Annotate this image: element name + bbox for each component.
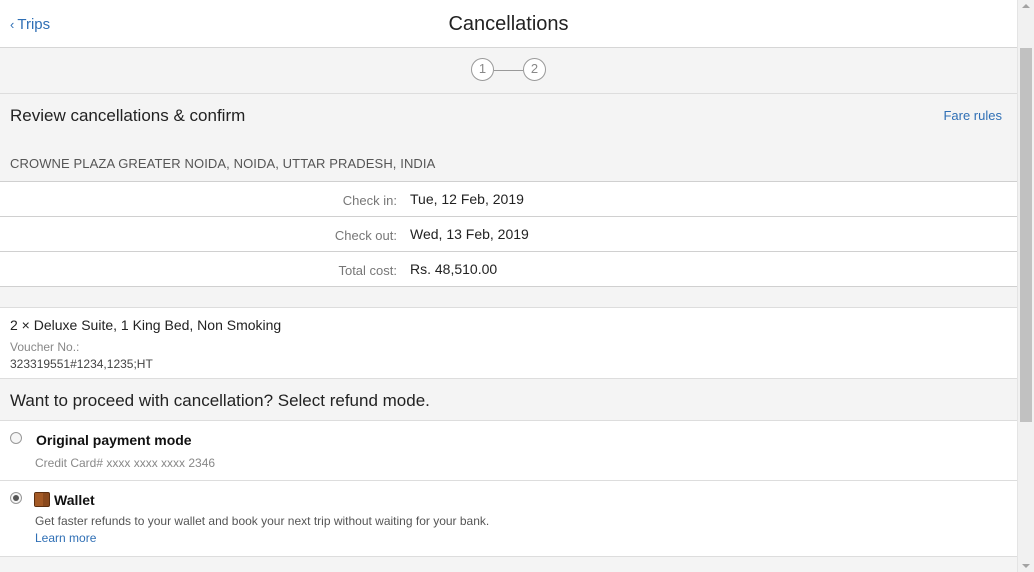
page-title: Cancellations — [448, 13, 569, 35]
check-in-label: Check in: — [342, 193, 397, 208]
step-2-indicator: 2 — [523, 58, 546, 81]
voucher-value: 323319551#1234,1235;HT — [10, 357, 153, 371]
review-title: Review cancellations & confirm — [10, 106, 246, 125]
room-title: 2 × Deluxe Suite, 1 King Bed, Non Smokin… — [10, 317, 282, 333]
progress-stepper: 1 2 — [0, 48, 1017, 94]
check-out-row: Check out: Wed, 13 Feb, 2019 — [0, 217, 1017, 252]
top-bar: ‹ Trips Cancellations — [0, 0, 1017, 48]
check-out-value: Wed, 13 Feb, 2019 — [410, 226, 529, 242]
step-connector — [494, 70, 523, 71]
section-divider — [0, 287, 1017, 308]
wallet-description: Get faster refunds to your wallet and bo… — [35, 514, 490, 528]
fare-rules-link[interactable]: Fare rules — [943, 108, 1002, 123]
room-card: 2 × Deluxe Suite, 1 King Bed, Non Smokin… — [0, 308, 1017, 379]
scroll-down-arrow-icon[interactable] — [1022, 564, 1030, 568]
step-1-indicator: 1 — [471, 58, 494, 81]
learn-more-link[interactable]: Learn more — [35, 531, 96, 545]
refund-prompt: Want to proceed with cancellation? Selec… — [10, 391, 430, 410]
hotel-name: CROWNE PLAZA GREATER NOIDA, NOIDA, UTTAR… — [10, 156, 436, 171]
refund-option-wallet[interactable]: Wallet Get faster refunds to your wallet… — [0, 481, 1017, 557]
total-cost-row: Total cost: Rs. 48,510.00 — [0, 252, 1017, 287]
original-payment-title: Original payment mode — [36, 432, 192, 448]
refund-prompt-bar: Want to proceed with cancellation? Selec… — [0, 379, 1017, 421]
total-cost-value: Rs. 48,510.00 — [410, 261, 498, 277]
scroll-up-arrow-icon[interactable] — [1022, 4, 1030, 8]
vertical-scrollbar[interactable] — [1017, 0, 1034, 572]
review-section: Review cancellations & confirm Fare rule… — [0, 94, 1017, 182]
check-in-value: Tue, 12 Feb, 2019 — [410, 191, 524, 207]
scroll-thumb[interactable] — [1020, 48, 1032, 422]
original-payment-radio[interactable] — [10, 432, 22, 444]
wallet-radio[interactable] — [10, 492, 22, 504]
refund-option-original[interactable]: Original payment mode Credit Card# xxxx … — [0, 421, 1017, 481]
check-in-row: Check in: Tue, 12 Feb, 2019 — [0, 182, 1017, 217]
voucher-label: Voucher No.: — [10, 340, 80, 354]
check-out-label: Check out: — [334, 228, 397, 243]
total-cost-label: Total cost: — [338, 263, 397, 278]
wallet-title: Wallet — [54, 492, 95, 508]
credit-card-info: Credit Card# xxxx xxxx xxxx 2346 — [35, 456, 216, 470]
cancellations-page: ‹ Trips Cancellations 1 2 Review cancella… — [0, 0, 1017, 572]
wallet-icon — [34, 492, 50, 507]
